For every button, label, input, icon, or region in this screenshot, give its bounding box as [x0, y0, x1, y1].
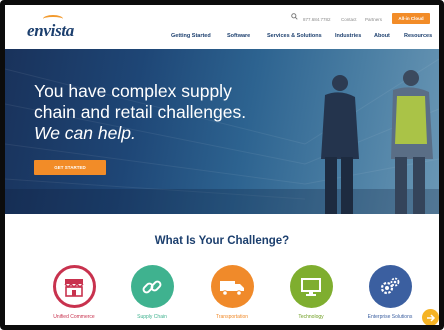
nav-software[interactable]: Software	[227, 33, 250, 39]
worker-figure-vest	[391, 70, 433, 214]
challenge-label-unified-commerce: Unified Commerce	[53, 314, 95, 320]
envista-logo[interactable]: envista	[27, 15, 75, 41]
challenge-label-enterprise-solutions: Enterprise Solutions	[367, 314, 413, 320]
phone-link[interactable]: 877.684.7782	[303, 14, 331, 24]
arrow-right-icon	[426, 313, 435, 322]
site-header: envista 877.684.7782 Contact Partners Al…	[5, 5, 439, 49]
hero-line-2: chain and retail challenges.	[34, 102, 247, 122]
hero-banner: You have complex supply chain and retail…	[5, 49, 439, 214]
hero-line-1: You have complex supply	[34, 81, 232, 101]
challenge-unified-commerce[interactable]: Unified Commerce	[39, 265, 109, 320]
worker-figure-dark	[321, 75, 359, 214]
nav-industries[interactable]: Industries	[335, 33, 361, 39]
challenge-label-transportation: Transportation	[215, 314, 249, 320]
top-cta-button[interactable]: All-in Cloud	[392, 13, 430, 24]
gears-icon	[368, 265, 412, 308]
browser-frame: envista 877.684.7782 Contact Partners Al…	[0, 0, 444, 330]
challenge-transportation[interactable]: Transportation	[197, 265, 267, 320]
challenge-heading: What Is Your Challenge?	[154, 235, 290, 247]
nav-services-solutions[interactable]: Services & Solutions	[267, 33, 322, 39]
challenge-enterprise-solutions[interactable]: Enterprise Solutions	[355, 265, 425, 320]
logo-text: envista	[27, 21, 75, 40]
chat-launcher-button[interactable]	[422, 309, 439, 325]
monitor-icon	[289, 265, 333, 308]
chain-link-icon	[130, 265, 174, 308]
search-icon[interactable]	[291, 13, 298, 20]
truck-icon	[210, 265, 254, 308]
challenge-supply-chain[interactable]: Supply Chain	[117, 265, 187, 320]
challenge-technology[interactable]: Technology	[276, 265, 346, 320]
storefront-icon	[52, 265, 96, 308]
hero-headline: You have complex supply chain and retail…	[34, 81, 284, 144]
challenge-label-technology: Technology	[298, 314, 324, 320]
nav-resources[interactable]: Resources	[404, 33, 432, 39]
challenge-label-supply-chain: Supply Chain	[137, 314, 167, 320]
partners-link[interactable]: Partners	[365, 14, 382, 24]
contact-link[interactable]: Contact	[341, 14, 357, 24]
get-started-button[interactable]: GET STARTED	[34, 160, 106, 175]
nav-getting-started[interactable]: Getting Started	[171, 33, 211, 39]
nav-about[interactable]: About	[374, 33, 390, 39]
logo-swoosh	[43, 15, 63, 23]
hero-line-3: We can help.	[34, 123, 136, 143]
